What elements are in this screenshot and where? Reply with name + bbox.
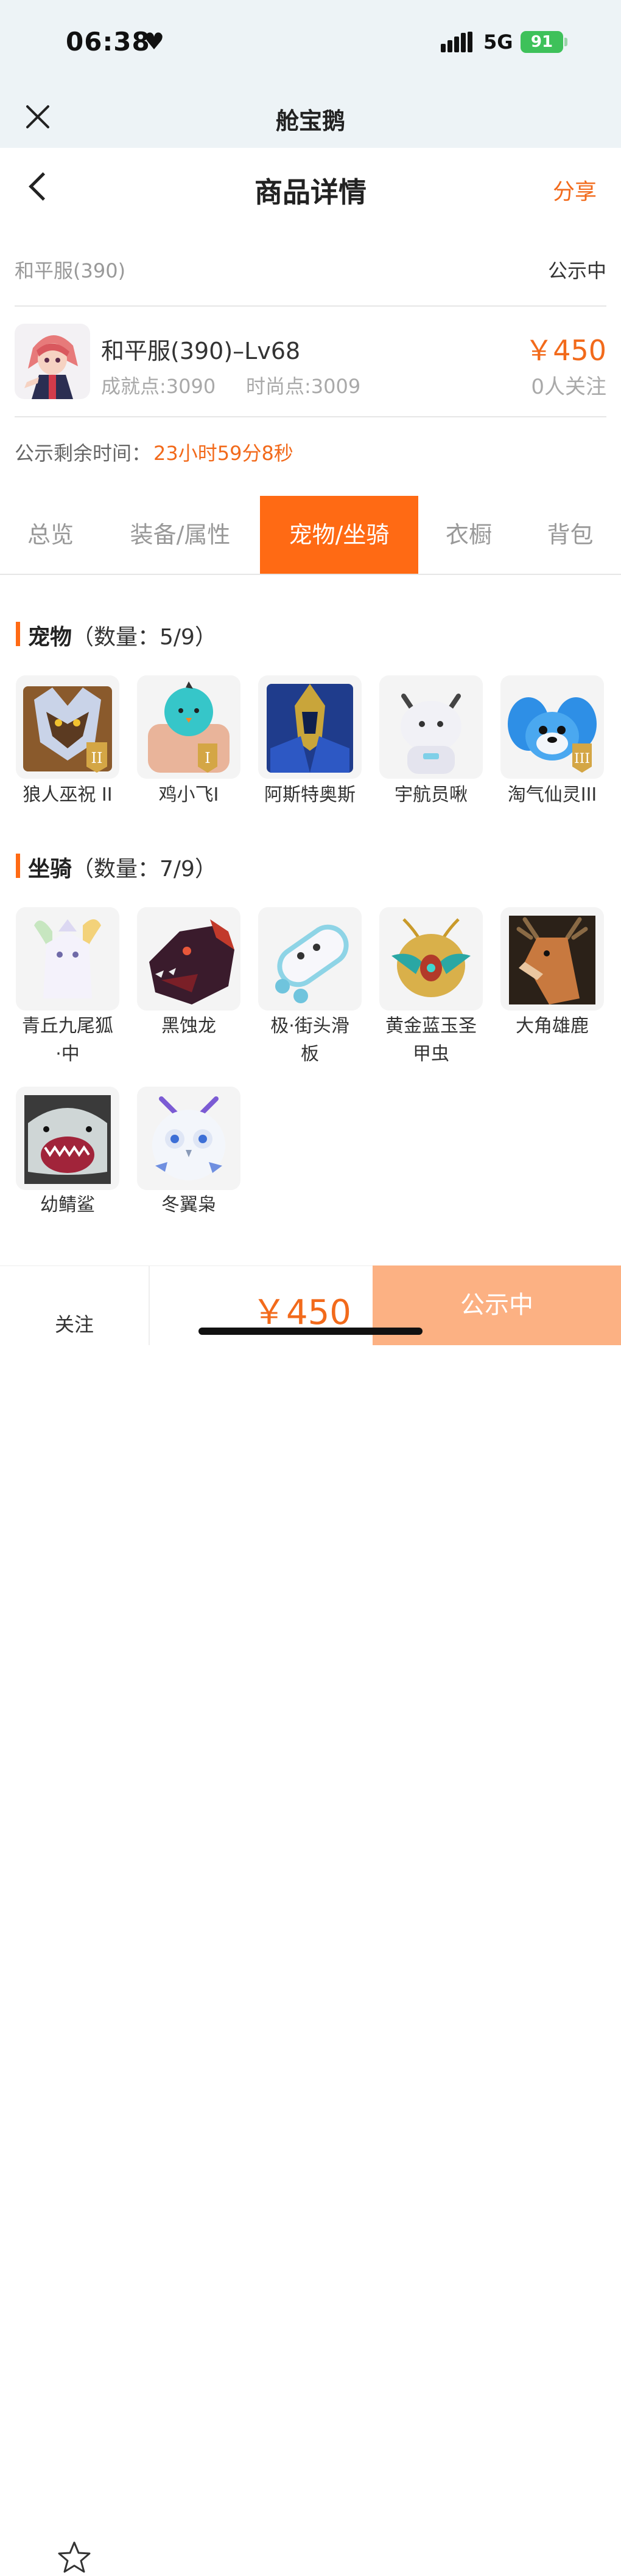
heart-icon: ♥ (144, 28, 165, 55)
achievement-points: 成就点:3090 (101, 375, 216, 398)
pet-card-astronaut[interactable] (379, 675, 483, 779)
follow-label: 关注 (54, 1313, 94, 1336)
tab-divider (0, 574, 621, 575)
bottom-price: ￥450 (252, 1293, 351, 1332)
snow-owl-mount-icon (152, 1096, 225, 1180)
mount-name-line1: 黄金蓝玉圣 (385, 1015, 477, 1037)
mount-card-stag[interactable] (500, 907, 604, 1011)
network-type: 5G (483, 30, 513, 54)
tab-overview[interactable]: 总览 (0, 496, 101, 574)
werewolf-pet-icon: II (23, 686, 112, 773)
star-icon (58, 2541, 91, 2573)
mount-name-line1: 冬翼枭 (161, 1194, 216, 1216)
mounts-section-title: 坐骑（数量：7/9） (28, 857, 217, 882)
battery-tip (564, 38, 567, 46)
pet-card-fairy[interactable]: III (500, 675, 604, 779)
golden-scarab-mount-icon (391, 918, 471, 997)
share-button[interactable]: 分享 (553, 174, 597, 206)
svg-text:I: I (205, 750, 210, 767)
section-marker (16, 854, 20, 878)
app-title: 舱宝鹅 (275, 108, 345, 134)
timer-label: 公示剩余时间： (15, 442, 152, 465)
skateboard-mount-icon (275, 924, 349, 1003)
product-price: ￥450 (525, 334, 606, 367)
nine-tail-fox-mount-icon (34, 919, 101, 998)
mounts-count: （数量：7/9） (72, 857, 217, 882)
home-indicator (198, 1328, 423, 1335)
status-time: 06:38 (66, 27, 150, 57)
mount-name-line1: 大角雄鹿 (516, 1015, 589, 1037)
character-avatar (15, 324, 90, 399)
pets-count: （数量：5/9） (72, 625, 217, 650)
mount-name-line1: 极·街头滑 (270, 1015, 349, 1037)
astronaut-pet-icon (401, 694, 461, 774)
black-dragon-mount-icon (149, 919, 234, 1004)
mount-card-shark[interactable] (16, 1087, 119, 1190)
shark-mount-icon (24, 1095, 111, 1184)
follower-count: 0人关注 (531, 375, 606, 399)
section-marker (16, 622, 20, 646)
mount-card-fox[interactable] (16, 907, 119, 1011)
mount-name-line2: ·中 (55, 1043, 80, 1065)
divider (15, 416, 606, 417)
svg-text:II: II (91, 750, 103, 767)
fashion-points: 时尚点:3009 (246, 375, 361, 398)
stag-mount-icon (509, 916, 595, 1004)
mount-card-dragon[interactable] (137, 907, 240, 1011)
battery-level: 91 (530, 33, 553, 51)
listing-status: 公示中 (547, 259, 606, 282)
tab-pets-mounts[interactable]: 宠物/坐骑 (260, 496, 418, 574)
pet-card-werewolf[interactable]: II (16, 675, 119, 779)
pet-card-knight[interactable] (258, 675, 362, 779)
mount-name-line1: 幼鲭鲨 (40, 1194, 95, 1216)
pets-section-title: 宠物（数量：5/9） (28, 625, 217, 650)
mount-card-owl[interactable] (137, 1087, 240, 1190)
mount-name-line2: 甲虫 (413, 1043, 449, 1065)
mount-card-scarab[interactable] (379, 907, 483, 1011)
divider (15, 305, 606, 307)
battery-icon: 91 (521, 31, 563, 53)
follow-button[interactable]: 关注 (0, 1265, 149, 2573)
pet-name: 阿斯特奥斯 (264, 784, 356, 806)
signal-icon (441, 32, 472, 52)
blue-fairy-pet-icon: III (508, 697, 597, 773)
mount-name-line1: 青丘九尾狐 (22, 1015, 113, 1037)
tab-wardrobe[interactable]: 衣橱 (418, 496, 519, 574)
svg-text:III: III (574, 751, 590, 767)
pet-name: 狼人巫祝 II (23, 784, 113, 806)
mount-name-line1: 黑蚀龙 (161, 1015, 216, 1037)
product-title: 和平服(390)–Lv68 (101, 338, 301, 364)
pet-name: 淘气仙灵III (507, 784, 597, 806)
pet-card-chick[interactable]: I (137, 675, 240, 779)
pet-name: 鸡小飞I (158, 784, 219, 806)
armored-knight-pet-icon (267, 684, 353, 773)
timer-value: 23小时59分8秒 (153, 442, 293, 465)
page-title: 商品详情 (254, 176, 367, 209)
mount-card-skateboard[interactable] (258, 907, 362, 1011)
server-name: 和平服(390) (15, 259, 126, 282)
pet-name: 宇航员啾 (395, 784, 468, 806)
tab-bag[interactable]: 背包 (519, 496, 621, 574)
tab-equipment[interactable]: 装备/属性 (101, 496, 259, 574)
mount-name-line2: 板 (301, 1043, 319, 1065)
divider (149, 1265, 150, 1345)
chick-pet-icon: I (148, 681, 230, 773)
